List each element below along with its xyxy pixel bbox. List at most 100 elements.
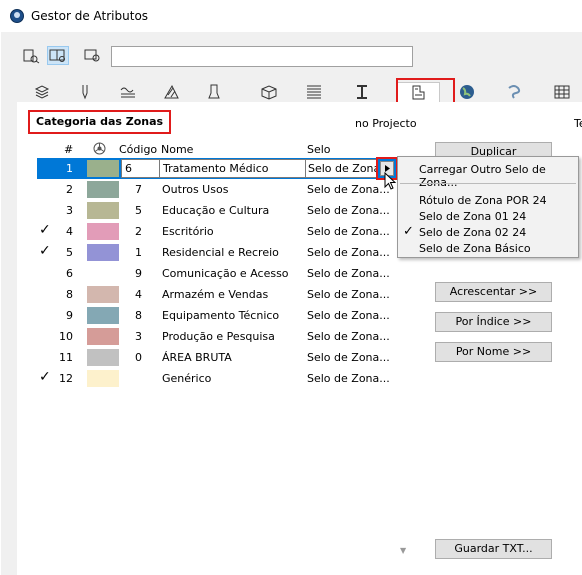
tab-pens[interactable] — [63, 82, 107, 102]
name-cell: Outros Usos — [162, 183, 229, 196]
tab-linetypes[interactable] — [106, 82, 150, 102]
row-index: 1 — [66, 162, 73, 175]
row-index: 5 — [66, 246, 73, 259]
color-swatch[interactable] — [87, 328, 119, 345]
file-path-input[interactable] — [111, 46, 413, 67]
tab-mep[interactable] — [492, 82, 536, 102]
name-cell: Escritório — [162, 225, 214, 238]
color-swatch[interactable] — [87, 181, 119, 198]
layers-tab-icon — [34, 85, 50, 99]
code-cell: 2 — [135, 225, 142, 238]
stamp-cell: Selo de Zona... — [307, 372, 390, 385]
tab-profile-beam[interactable] — [340, 82, 384, 102]
code-field[interactable]: 6 — [121, 159, 160, 178]
table-row[interactable]: 9 8 Equipamento Técnico Selo de Zona... — [37, 305, 396, 326]
tab-building-materials[interactable] — [247, 82, 291, 102]
profile-beam-tab-icon — [357, 85, 367, 99]
row-index: 3 — [66, 204, 73, 217]
code-cell: 7 — [135, 183, 142, 196]
mouse-cursor-icon — [384, 172, 397, 190]
color-swatch[interactable] — [87, 244, 119, 261]
compare-files-button[interactable] — [47, 46, 69, 65]
linetypes-tab-icon — [120, 87, 135, 98]
save-txt-button[interactable]: Guardar TXT... — [435, 539, 552, 559]
table-row[interactable]: 2 7 Outros Usos Selo de Zona... — [37, 179, 396, 200]
code-cell: 9 — [135, 267, 142, 280]
color-swatch[interactable] — [87, 307, 119, 324]
color-swatch[interactable] — [87, 286, 119, 303]
table-row[interactable]: ✓ 5 1 Residencial e Recreio Selo de Zona... — [37, 242, 396, 263]
color-swatch[interactable] — [87, 160, 119, 177]
app-icon — [10, 9, 24, 23]
header-index[interactable]: # — [64, 143, 73, 156]
color-swatch[interactable] — [87, 349, 119, 366]
table-row[interactable]: 11 0 ÁREA BRUTA Selo de Zona... — [37, 347, 396, 368]
table-row[interactable]: 10 3 Produção e Pesquisa Selo de Zona... — [37, 326, 396, 347]
table-row[interactable]: 8 4 Armazém e Vendas Selo de Zona... — [37, 284, 396, 305]
color-swatch[interactable] — [87, 202, 119, 219]
stamp-cell: Selo de Zona... — [307, 246, 390, 259]
name-cell: Equipamento Técnico — [162, 309, 280, 322]
append-button[interactable]: Acrescentar >> — [435, 282, 552, 302]
by-index-button[interactable]: Por Índice >> — [435, 312, 552, 332]
open-file-button[interactable] — [20, 46, 42, 65]
table-row[interactable]: 6 9 Comunicação e Acesso Selo de Zona... — [37, 263, 396, 284]
table-row[interactable]: 3 5 Educação e Cultura Selo de Zona... — [37, 200, 396, 221]
menu-item-stamp[interactable]: Rótulo de Zona POR 24 — [419, 194, 547, 207]
compare-files-icon — [49, 49, 65, 62]
category-label: Categoria das Zonas — [28, 110, 172, 134]
stamp-cell: Selo de Zona... — [307, 267, 390, 280]
scroll-down-arrow[interactable]: ▼ — [400, 546, 406, 555]
tab-profiles[interactable] — [292, 82, 336, 102]
stamp-cell: Selo de Zona... — [307, 183, 390, 196]
row-index: 6 — [66, 267, 73, 280]
name-cell: Genérico — [162, 372, 212, 385]
name-cell: Comunicação e Acesso — [162, 267, 289, 280]
menu-check-icon: ✓ — [403, 224, 414, 239]
in-project-label: no Projecto — [355, 117, 417, 130]
menu-item-stamp[interactable]: Selo de Zona Básico — [419, 242, 531, 255]
composites-tab-icon — [208, 84, 220, 99]
name-cell: ÁREA BRUTA — [162, 351, 232, 364]
tab-fills[interactable] — [149, 82, 193, 102]
header-code[interactable]: Código — [119, 143, 157, 156]
profiles-tab-icon — [307, 85, 321, 99]
stamp-cell: Selo de Zona... — [307, 225, 390, 238]
browse-file-icon — [84, 49, 100, 62]
name-cell: Residencial e Recreio — [162, 246, 279, 259]
stamp-cell: Selo de Zona... — [307, 204, 390, 217]
menu-separator — [400, 183, 576, 184]
stamp-cell: Selo de Zona... — [307, 309, 390, 322]
window-title: Gestor de Atributos — [31, 9, 149, 23]
stamp-field[interactable]: Selo de Zona... — [305, 159, 377, 178]
grid-tab-icon — [554, 85, 570, 99]
menu-item-stamp[interactable]: Selo de Zona 01 24 — [419, 210, 526, 223]
header-stamp[interactable]: Selo — [307, 143, 331, 156]
tab-composites[interactable] — [193, 82, 237, 102]
color-swatch[interactable] — [87, 223, 119, 240]
open-file-icon — [23, 49, 40, 64]
header-color[interactable] — [93, 142, 106, 158]
color-swatch[interactable] — [87, 265, 119, 282]
code-cell: 1 — [135, 246, 142, 259]
menu-item-stamp[interactable]: Selo de Zona 02 24 — [419, 226, 526, 239]
code-cell: 4 — [135, 288, 142, 301]
row-index: 2 — [66, 183, 73, 196]
color-swatch[interactable] — [87, 370, 119, 387]
row-index: 12 — [59, 372, 73, 385]
table-row[interactable]: ✓ 4 2 Escritório Selo de Zona... — [37, 221, 396, 242]
table-row[interactable]: ✓ 12 Genérico Selo de Zona... — [37, 368, 396, 389]
tab-grid[interactable] — [540, 82, 582, 102]
header-name[interactable]: Nome — [161, 143, 193, 156]
code-cell: 5 — [135, 204, 142, 217]
row-index: 10 — [59, 330, 73, 343]
table-row[interactable]: 1 6Tratamento MédicoSelo de Zona... — [37, 158, 396, 179]
name-cell: Armazém e Vendas — [162, 288, 269, 301]
menu-item-load-other[interactable]: Carregar Outro Selo de Zona... — [419, 163, 582, 189]
name-field[interactable]: Tratamento Médico — [159, 159, 306, 178]
browse-file-button[interactable] — [81, 46, 103, 65]
code-cell: 3 — [135, 330, 142, 343]
by-name-button[interactable]: Por Nome >> — [435, 342, 552, 362]
name-cell: Produção e Pesquisa — [162, 330, 275, 343]
tab-layers[interactable] — [20, 82, 64, 102]
